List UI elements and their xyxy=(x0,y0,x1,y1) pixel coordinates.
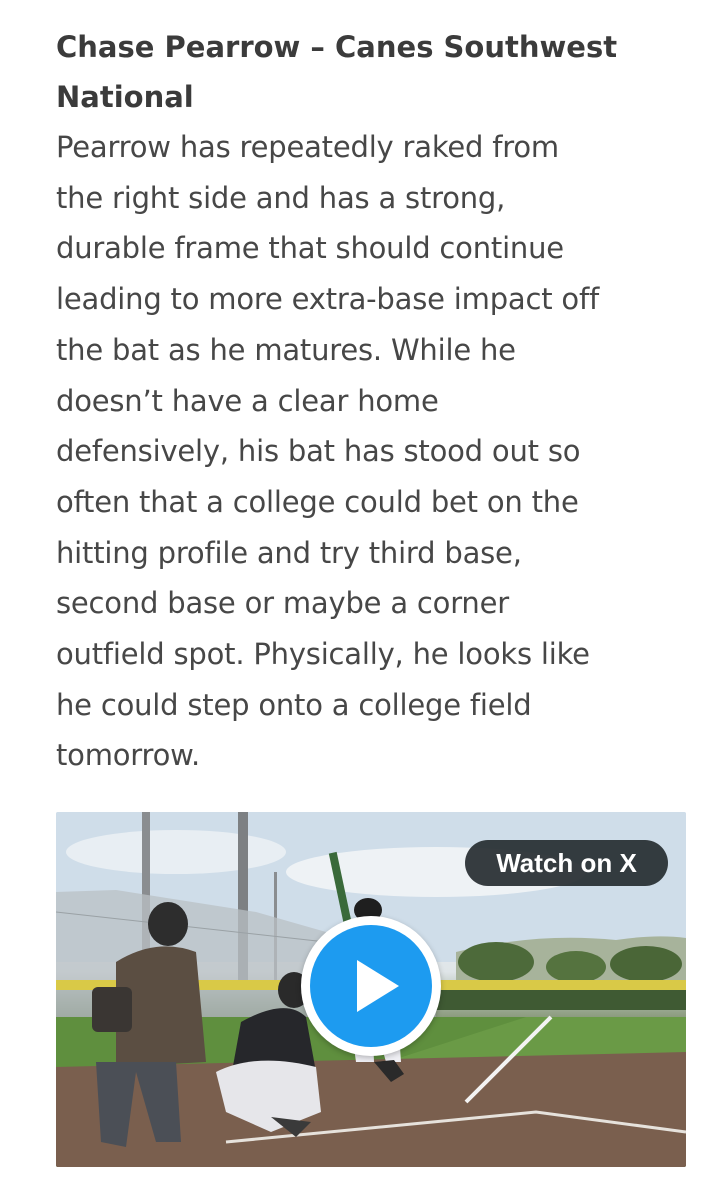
article-heading: Chase Pearrow – Canes Southwest National xyxy=(56,22,676,122)
embedded-video[interactable]: Watch on X xyxy=(56,812,686,1167)
body-line: often that a college could bet on the xyxy=(56,484,579,519)
play-button[interactable] xyxy=(301,916,441,1056)
body-line: durable frame that should continue xyxy=(56,231,564,266)
body-line: second base or maybe a corner xyxy=(56,586,509,621)
play-triangle-icon xyxy=(357,960,399,1012)
body-line: tomorrow. xyxy=(56,738,201,773)
body-line: defensively, his bat has stood out so xyxy=(56,434,581,469)
article: Chase Pearrow – Canes Southwest National… xyxy=(56,22,676,781)
body-line: hitting profile and try third base, xyxy=(56,535,522,570)
body-line: leading to more extra-base impact off xyxy=(56,282,599,317)
play-icon xyxy=(310,925,432,1047)
watch-on-x-button[interactable]: Watch on X xyxy=(465,840,668,886)
body-line: outfield spot. Physically, he looks like xyxy=(56,637,590,672)
heading-line-1: Chase Pearrow – Canes Southwest xyxy=(56,30,618,64)
body-line: he could step onto a college field xyxy=(56,687,532,722)
heading-line-2: National xyxy=(56,80,194,114)
body-line: the right side and has a strong, xyxy=(56,180,506,215)
body-line: the bat as he matures. While he xyxy=(56,332,516,367)
article-body: Pearrow has repeatedly raked from the ri… xyxy=(56,122,676,781)
body-line: doesn’t have a clear home xyxy=(56,383,439,418)
body-line: Pearrow has repeatedly raked from xyxy=(56,130,559,164)
